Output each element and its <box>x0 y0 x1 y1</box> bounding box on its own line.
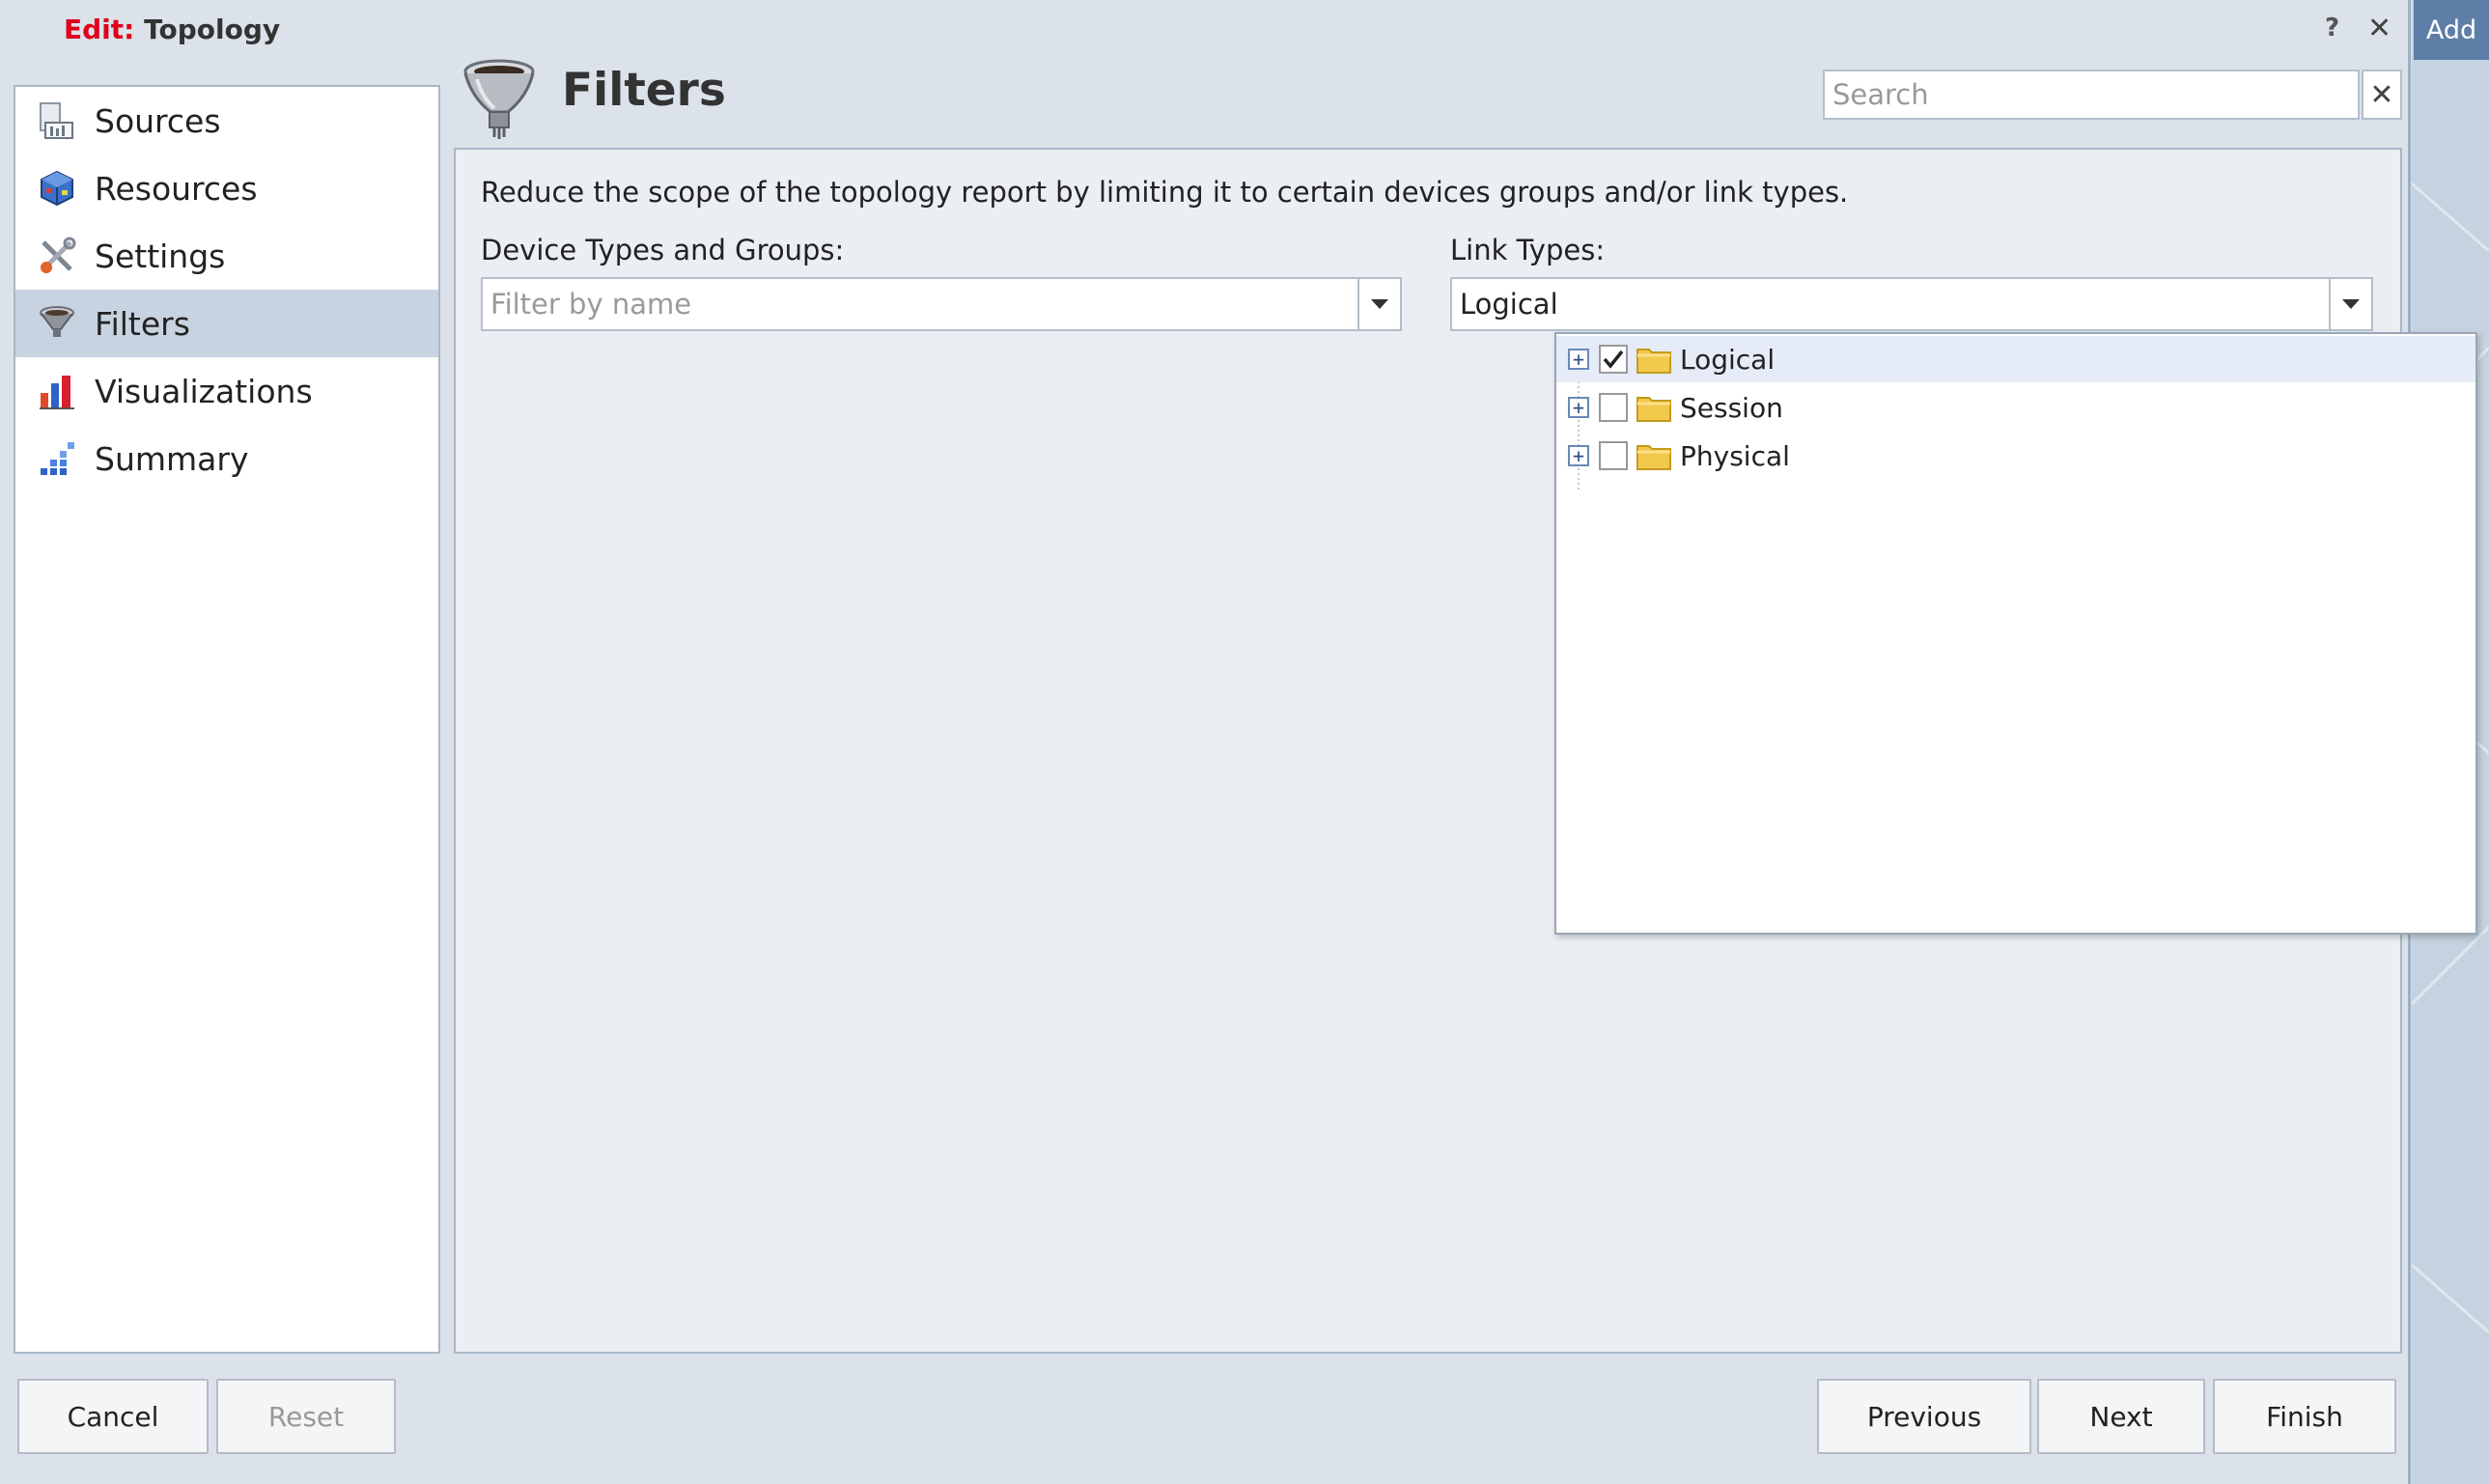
folder-icon <box>1636 349 1671 374</box>
expand-icon[interactable]: + <box>1568 445 1589 466</box>
device-types-label: Device Types and Groups: <box>481 234 845 266</box>
sidebar-item-label: Visualizations <box>95 372 313 410</box>
previous-button[interactable]: Previous <box>1817 1379 2031 1454</box>
sidebar-item-visualizations[interactable]: Visualizations <box>15 357 438 425</box>
tree-item-physical[interactable]: + Physical <box>1556 433 2475 479</box>
sidebar-item-label: Filters <box>95 304 190 343</box>
description-text: Reduce the scope of the topology report … <box>481 176 1849 209</box>
chevron-down-icon <box>1371 299 1388 309</box>
expand-icon[interactable]: + <box>1568 349 1589 370</box>
link-types-label: Link Types: <box>1450 234 1606 266</box>
next-button[interactable]: Next <box>2037 1379 2205 1454</box>
tree-item-logical[interactable]: + Logical <box>1556 336 2475 382</box>
reset-button[interactable]: Reset <box>216 1379 396 1454</box>
logical-checkbox[interactable] <box>1599 345 1628 374</box>
sidebar-item-settings[interactable]: Settings <box>15 222 438 290</box>
add-tab[interactable]: Add <box>2414 0 2489 60</box>
tree-item-session[interactable]: + Session <box>1556 384 2475 431</box>
sidebar-item-label: Resources <box>95 169 258 208</box>
visualizations-icon <box>37 371 77 411</box>
session-checkbox[interactable] <box>1599 393 1628 422</box>
link-types-dropdown-list: + Logical + Session + Physical <box>1554 332 2477 935</box>
physical-checkbox[interactable] <box>1599 441 1628 470</box>
chevron-down-icon <box>2342 299 2360 309</box>
cancel-button[interactable]: Cancel <box>17 1379 209 1454</box>
sidebar-item-summary[interactable]: Summary <box>15 425 438 492</box>
checkmark-icon <box>1603 350 1624 369</box>
title-text: Topology <box>144 14 281 45</box>
search-box <box>1823 70 2360 120</box>
sidebar-item-filters[interactable]: Filters <box>15 290 438 357</box>
wizard-sidebar: Sources Resources Settings Filters Visua… <box>14 85 440 1354</box>
summary-icon <box>37 438 77 479</box>
settings-icon <box>37 236 77 276</box>
sidebar-item-label: Sources <box>95 101 221 140</box>
search-clear-button[interactable]: ✕ <box>2362 70 2402 120</box>
device-types-filter-input[interactable] <box>483 280 1357 328</box>
device-types-dropdown-button[interactable] <box>1357 279 1400 329</box>
resources-icon <box>37 168 77 209</box>
expand-icon[interactable]: + <box>1568 397 1589 418</box>
filters-icon <box>37 303 77 344</box>
dialog-title: Edit: Topology <box>64 14 280 45</box>
folder-icon <box>1636 397 1671 422</box>
link-types-dropdown-button[interactable] <box>2329 279 2371 329</box>
funnel-icon <box>461 58 537 141</box>
search-input[interactable] <box>1825 71 2317 118</box>
finish-button[interactable]: Finish <box>2213 1379 2396 1454</box>
sidebar-item-sources[interactable]: Sources <box>15 87 438 154</box>
sidebar-item-resources[interactable]: Resources <box>15 154 438 222</box>
tree-item-label: Physical <box>1680 439 1790 472</box>
link-types-combo[interactable]: Logical <box>1450 277 2373 331</box>
sidebar-item-label: Settings <box>95 237 226 275</box>
device-types-combo <box>481 277 1402 331</box>
close-button[interactable]: ✕ <box>2367 12 2391 45</box>
tree-item-label: Session <box>1680 391 1783 424</box>
sources-icon <box>37 100 77 141</box>
title-prefix: Edit: <box>64 14 135 45</box>
tree-item-label: Logical <box>1680 343 1776 376</box>
sidebar-item-label: Summary <box>95 439 249 478</box>
link-types-value: Logical <box>1460 288 1558 321</box>
help-button[interactable]: ? <box>2325 14 2339 42</box>
page-title: Filters <box>562 64 726 117</box>
title-bar: Edit: Topology ? ✕ <box>0 0 2408 64</box>
folder-icon <box>1636 445 1671 470</box>
